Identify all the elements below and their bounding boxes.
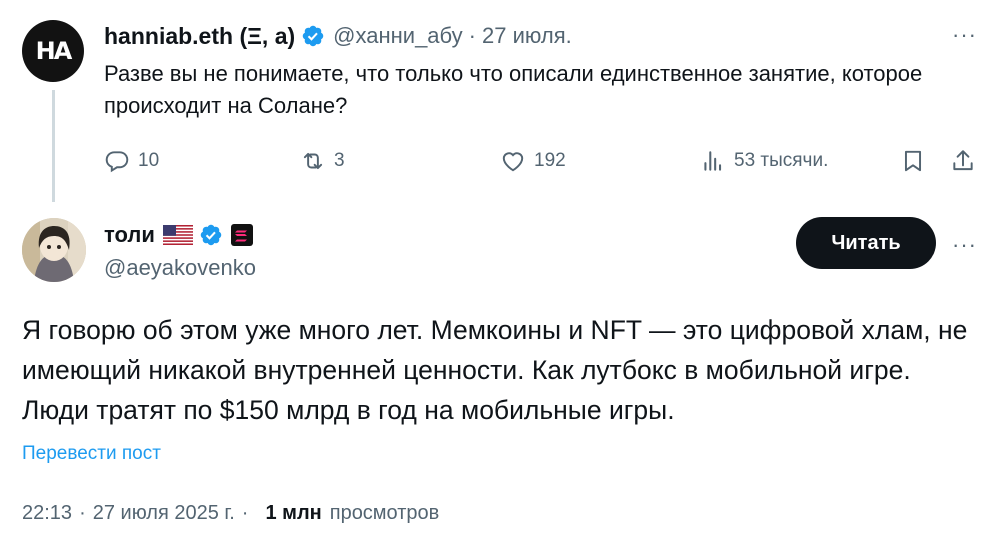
views-count: 53 тысячи. [734, 150, 829, 171]
verified-badge-icon [302, 25, 324, 47]
separator-dot: · [241, 502, 249, 524]
tweet-meta: 22:13 · 27 июля 2025 г. · 1 млн просмотр… [22, 502, 439, 525]
like-count: 192 [534, 150, 566, 171]
parent-tweet[interactable]: HA hanniab.eth (Ξ, a) @ханни_абу · 27 ию… [0, 0, 1000, 210]
share-button[interactable] [950, 146, 976, 176]
like-icon [502, 152, 524, 172]
bookmark-button[interactable] [900, 146, 926, 176]
avatar-logo: HA [35, 37, 73, 65]
tweet-text: Я говорю об этом уже много лет. Мемкоины… [22, 315, 968, 425]
tweet-header: толи [104, 220, 253, 250]
bookmark-icon [904, 150, 922, 172]
separator-dot: · [468, 23, 476, 48]
reply-count: 10 [138, 150, 160, 171]
tweet-time[interactable]: 22:13 [22, 502, 72, 525]
reply-icon [105, 151, 129, 173]
retweet-icon [303, 152, 323, 170]
translate-post-link[interactable]: Перевести пост [22, 443, 161, 465]
tweet-date[interactable]: 27 июля. [482, 23, 572, 49]
views-count: 1 млн [265, 502, 322, 524]
views-label: просмотров [329, 502, 440, 524]
more-options-icon[interactable]: ··· [952, 232, 977, 258]
share-icon [953, 150, 973, 171]
verified-badge-icon [200, 224, 222, 246]
views-icon [704, 151, 722, 171]
author-handle[interactable]: @ханни_абу [333, 23, 463, 49]
retweet-count: 3 [334, 150, 345, 171]
tweet-date[interactable]: 27 июля 2025 г. [93, 502, 235, 525]
reply-button[interactable]: 10 [104, 146, 159, 176]
author-handle[interactable]: @aeyakovenko [104, 255, 256, 281]
author-name[interactable]: толи [104, 222, 155, 248]
solana-badge-icon[interactable] [230, 224, 253, 246]
tweet-header: hanniab.eth (Ξ, a) @ханни_абу · 27 июля. [104, 20, 572, 52]
views-button[interactable]: 53 тысячи. [700, 146, 828, 176]
avatar-illustration [22, 218, 86, 282]
thread-line [52, 90, 55, 202]
tweet-actions: 10 3 192 53 тысячи. [104, 146, 984, 176]
read-button[interactable]: Читать [796, 217, 936, 269]
retweet-button[interactable]: 3 [300, 146, 345, 176]
us-flag-icon [162, 225, 193, 245]
more-options-icon[interactable]: ··· [952, 22, 977, 48]
separator-dot: · [79, 502, 86, 524]
tweet-text: Разве вы не понимаете, что только что оп… [104, 61, 923, 118]
avatar[interactable]: HA [22, 20, 84, 82]
author-name[interactable]: hanniab.eth (Ξ, a) [104, 23, 295, 50]
like-button[interactable]: 192 [500, 146, 566, 176]
avatar[interactable] [22, 218, 86, 282]
